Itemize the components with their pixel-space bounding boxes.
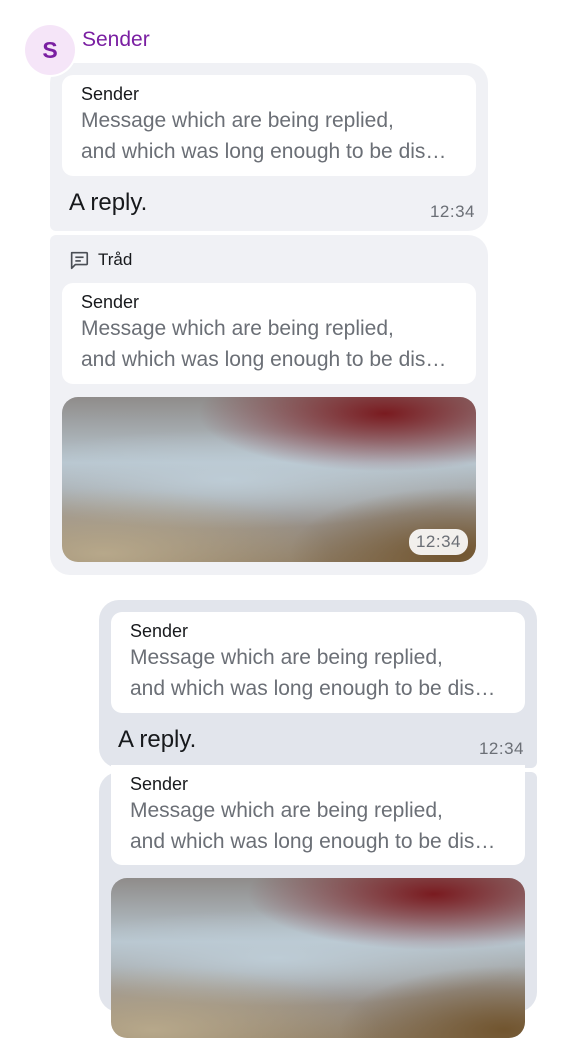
quoted-text-line-1: Message which are being replied, (130, 646, 443, 669)
message-text: A reply. (69, 189, 148, 216)
message-timestamp: 12:34 (478, 739, 524, 758)
message-bubble-incoming[interactable]: Tråd Sender Message which are being repl… (50, 235, 488, 575)
quoted-text-line-1: Message which are being replied, (81, 317, 394, 340)
quoted-message[interactable]: Sender Message which are being replied, … (62, 75, 476, 176)
quoted-text-line-1: Message which are being replied, (81, 109, 394, 132)
message-text: A reply. (118, 726, 197, 753)
quoted-text-line-1: Message which are being replied, (130, 799, 443, 822)
quoted-sender: Sender (130, 774, 189, 794)
message-bubble-outgoing[interactable]: Sender Message which are being replied, … (99, 765, 537, 1038)
thread-label: Tråd (98, 250, 133, 269)
quoted-text-line-2: and which was long enough to be displaye… (81, 348, 457, 371)
quoted-message[interactable]: Sender Message which are being replied, … (111, 765, 525, 865)
message-bubble-outgoing[interactable]: Sender Message which are being replied, … (99, 600, 537, 768)
quoted-sender: Sender (81, 292, 140, 312)
thread-indicator[interactable]: Tråd (68, 249, 132, 271)
sender-name[interactable]: Sender (82, 28, 150, 52)
message-bubble-incoming[interactable]: Sender Message which are being replied, … (50, 63, 488, 231)
quoted-text-line-2: and which was long enough to be displaye… (130, 830, 506, 853)
quoted-text-line-2: and which was long enough to be displaye… (81, 140, 457, 163)
message-timestamp: 12:34 (408, 529, 468, 555)
quoted-sender: Sender (130, 621, 189, 641)
message-timestamp: 12:34 (429, 202, 475, 221)
quoted-message[interactable]: Sender Message which are being replied, … (62, 283, 476, 384)
thread-icon (70, 251, 89, 270)
image-attachment[interactable]: 12:34 (62, 397, 476, 562)
image-attachment[interactable] (111, 878, 525, 1038)
quoted-message[interactable]: Sender Message which are being replied, … (111, 612, 525, 713)
avatar[interactable]: S (25, 25, 75, 75)
quoted-sender: Sender (81, 84, 140, 104)
quoted-text-line-2: and which was long enough to be displaye… (130, 677, 506, 700)
